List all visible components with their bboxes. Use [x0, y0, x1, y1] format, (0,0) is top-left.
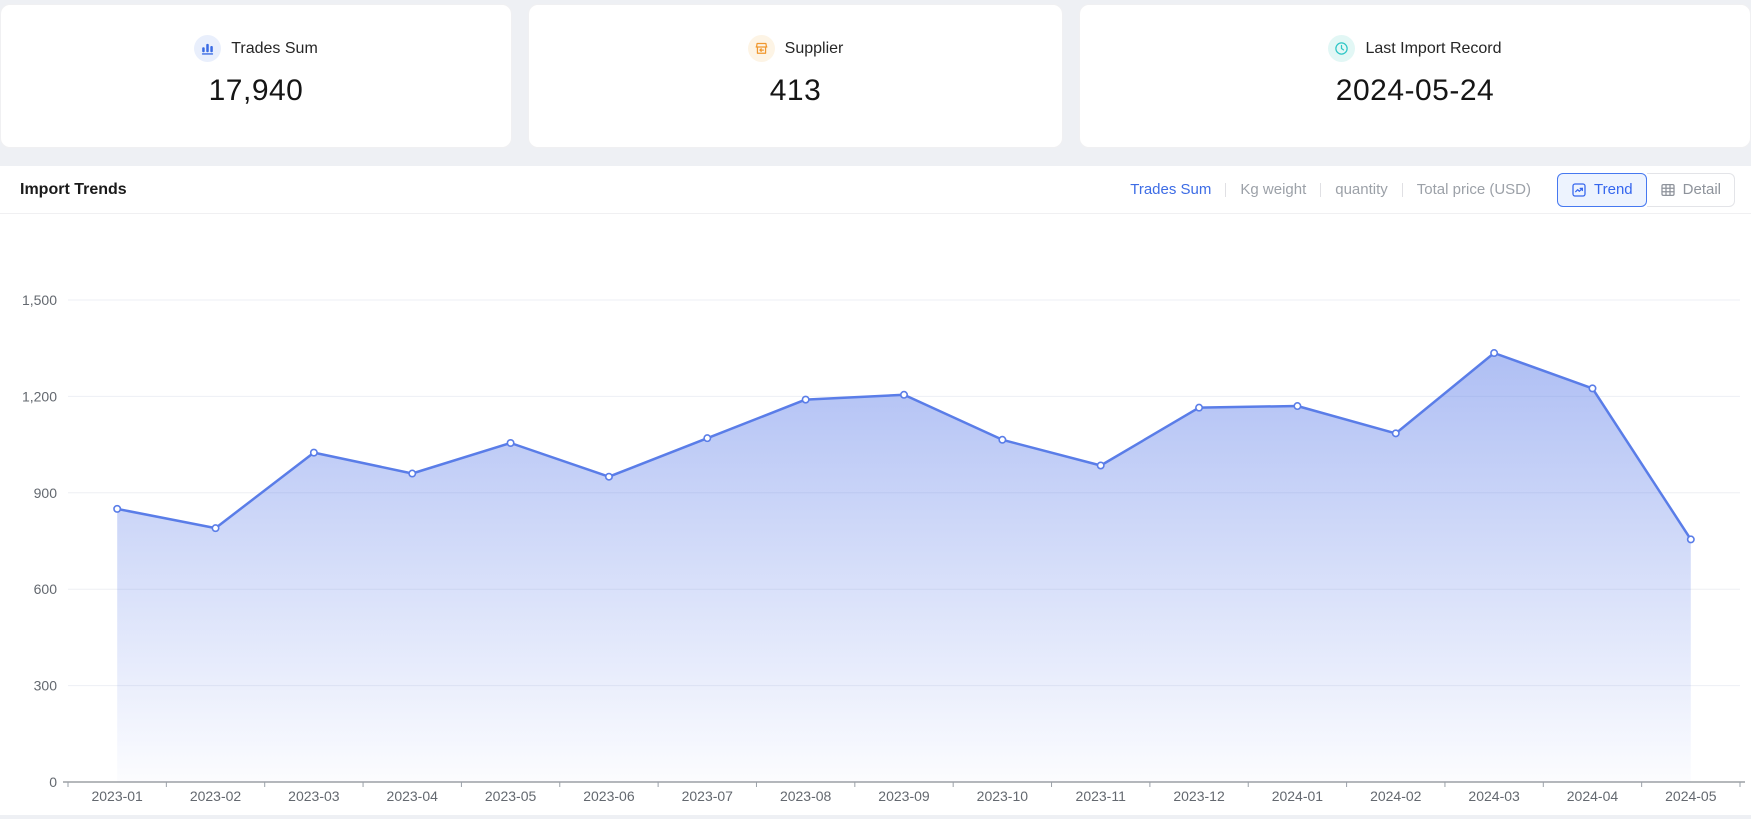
svg-text:2023-10: 2023-10	[977, 788, 1029, 804]
stat-card-trades-sum: Trades Sum 17,940	[0, 4, 512, 148]
stat-value: 2024-05-24	[1336, 74, 1494, 108]
panel-title: Import Trends	[20, 181, 127, 199]
stat-card-last-import: Last Import Record 2024-05-24	[1079, 4, 1751, 148]
svg-text:2023-08: 2023-08	[780, 788, 832, 804]
trend-chart: 0 300 600 900 1,200 1,500 2023-01 2023-02 2023-0…	[0, 214, 1751, 814]
stat-card-supplier: Supplier 413	[528, 4, 1063, 148]
svg-text:2024-03: 2024-03	[1468, 788, 1520, 804]
stat-label: Trades Sum	[231, 40, 318, 58]
svg-text:2024-04: 2024-04	[1567, 788, 1619, 804]
metric-tabs: Trades Sum Kg weight quantity Total pric…	[1130, 181, 1531, 198]
detail-button[interactable]: Detail	[1647, 173, 1735, 207]
bar-chart-icon	[194, 35, 221, 62]
svg-text:2023-05: 2023-05	[485, 788, 537, 804]
svg-text:2024-02: 2024-02	[1370, 788, 1422, 804]
panel-header: Import Trends Trades Sum Kg weight quant…	[0, 166, 1751, 214]
trend-chart-svg: 0 300 600 900 1,200 1,500 2023-01 2023-02 2023-0…	[0, 214, 1751, 814]
table-icon	[1660, 182, 1676, 198]
tab-quantity[interactable]: quantity	[1335, 181, 1388, 198]
stats-row: Trades Sum 17,940 Supplier 413	[0, 0, 1751, 148]
tab-total-price[interactable]: Total price (USD)	[1417, 181, 1531, 198]
stat-label: Supplier	[785, 40, 844, 58]
svg-text:2023-07: 2023-07	[682, 788, 734, 804]
svg-text:2023-03: 2023-03	[288, 788, 340, 804]
svg-text:2023-02: 2023-02	[190, 788, 242, 804]
shop-icon	[748, 35, 775, 62]
svg-text:2023-06: 2023-06	[583, 788, 635, 804]
svg-text:0: 0	[49, 774, 57, 790]
trend-chart-icon	[1571, 182, 1587, 198]
svg-text:2024-05: 2024-05	[1665, 788, 1717, 804]
svg-text:2023-01: 2023-01	[91, 788, 143, 804]
separator	[1402, 183, 1403, 197]
view-switch: Trend Detail	[1557, 173, 1735, 207]
svg-text:600: 600	[34, 581, 58, 597]
separator	[1225, 183, 1226, 197]
detail-button-label: Detail	[1683, 181, 1721, 198]
tab-trades-sum[interactable]: Trades Sum	[1130, 181, 1211, 198]
clock-icon	[1328, 35, 1355, 62]
svg-text:2024-01: 2024-01	[1272, 788, 1324, 804]
svg-text:1,500: 1,500	[22, 292, 57, 308]
svg-text:300: 300	[34, 678, 58, 694]
svg-text:2023-09: 2023-09	[878, 788, 930, 804]
separator	[1320, 183, 1321, 197]
trend-button-label: Trend	[1594, 181, 1633, 198]
import-trends-panel: Import Trends Trades Sum Kg weight quant…	[0, 166, 1751, 815]
trade-dashboard: Trades Sum 17,940 Supplier 413	[0, 0, 1751, 815]
stat-value: 413	[770, 74, 822, 108]
tab-kg-weight[interactable]: Kg weight	[1240, 181, 1306, 198]
stat-label: Last Import Record	[1365, 40, 1501, 58]
trend-button[interactable]: Trend	[1557, 173, 1647, 207]
svg-text:2023-11: 2023-11	[1076, 788, 1127, 804]
svg-text:2023-04: 2023-04	[387, 788, 439, 804]
svg-text:2023-12: 2023-12	[1173, 788, 1225, 804]
svg-text:1,200: 1,200	[22, 388, 57, 404]
stat-value: 17,940	[209, 74, 304, 108]
svg-text:900: 900	[34, 485, 58, 501]
